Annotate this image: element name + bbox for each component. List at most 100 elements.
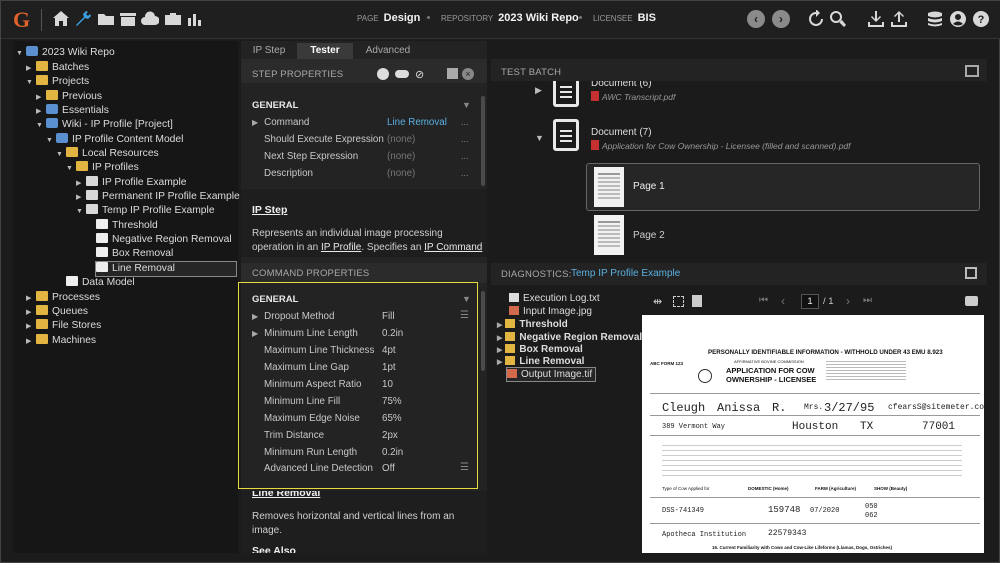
home-icon[interactable] (52, 10, 70, 28)
tree-node-permanent-profile[interactable]: ▶ Permanent IP Profile Example (76, 190, 240, 204)
tree-node-local-resources[interactable]: ▼ Local Resources (56, 147, 159, 161)
tree-node-box-removal[interactable]: Box Removal (86, 247, 173, 261)
fit-page-icon[interactable] (673, 296, 684, 307)
tree-node-ip-profiles[interactable]: ▼ IP Profiles (66, 161, 139, 175)
ip-profile-link[interactable]: IP Profile (321, 242, 361, 253)
open-external-icon[interactable] (965, 267, 977, 279)
trim-distance-value[interactable]: 2px (382, 430, 398, 441)
more-button[interactable]: ... (461, 117, 469, 127)
advanced-line-detection-value[interactable]: Off (382, 463, 395, 474)
last-page-icon[interactable]: ⏭ (863, 295, 872, 306)
document-7-label[interactable]: Document (7) (591, 127, 652, 138)
tree-node-threshold[interactable]: Threshold (86, 219, 158, 233)
expand-arrow[interactable]: ▶ (535, 85, 542, 96)
tree-node-content-model[interactable]: ▼ IP Profile Content Model (46, 133, 183, 147)
tree-node-data-model[interactable]: Data Model (56, 276, 135, 290)
scrollbar[interactable] (481, 291, 485, 371)
command-property[interactable]: ▶ Command (252, 117, 309, 128)
more-button[interactable]: ... (461, 168, 469, 178)
list-icon[interactable]: ☰ (460, 462, 469, 473)
document-6-label[interactable]: Document (6) (591, 81, 652, 89)
collapse-chevron-icon[interactable]: ▼ (462, 100, 471, 110)
tab-advanced[interactable]: Advanced (355, 43, 421, 59)
tree-node-negative-region[interactable]: Negative Region Removal (86, 233, 232, 247)
copy-icon[interactable] (692, 295, 702, 307)
tree-node-previous[interactable]: ▶ Previous (36, 90, 102, 104)
more-button[interactable]: ... (461, 134, 469, 144)
next-page-icon[interactable]: › (846, 294, 850, 308)
help-icon[interactable]: ? (972, 10, 990, 28)
collapse-chevron-icon[interactable]: ▼ (462, 294, 471, 304)
file-execution-log[interactable]: Execution Log.txt (509, 292, 600, 305)
briefcase-icon[interactable] (164, 10, 182, 28)
forward-button[interactable]: › (772, 10, 790, 28)
tree-node-ip-profile-example[interactable]: ▶ IP Profile Example (76, 176, 187, 190)
file-output-image[interactable]: Output Image.tif (505, 367, 597, 382)
tree-node-essentials[interactable]: ▶ Essentials (36, 104, 109, 118)
dropout-method-property[interactable]: ▶ Dropout Method (252, 311, 334, 322)
tree-node-temp-profile[interactable]: ▼ Temp IP Profile Example (76, 204, 215, 218)
folder-line-removal[interactable]: ▶ Line Removal (497, 355, 584, 368)
general-section-heading: GENERAL (252, 100, 299, 111)
tree-node-root[interactable]: ▼ 2023 Wiki Repo (16, 46, 115, 60)
command-value[interactable]: Line Removal (387, 117, 447, 128)
search-icon[interactable] (829, 10, 847, 28)
tab-ip-step[interactable]: IP Step (243, 43, 295, 59)
diagnostics-profile-link[interactable]: Temp IP Profile Example (571, 268, 680, 279)
tree-node-line-removal[interactable]: Line Removal (95, 261, 237, 277)
max-line-thickness-value[interactable]: 4pt (382, 345, 396, 356)
page-number-input[interactable]: 1 (801, 294, 819, 309)
tree-node-batches[interactable]: ▶ Batches (26, 61, 89, 75)
line-removal-help-title[interactable]: Line Removal (252, 491, 320, 499)
min-run-length-value[interactable]: 0.2in (382, 447, 403, 458)
min-aspect-ratio-value[interactable]: 10 (382, 379, 393, 390)
collapse-arrow[interactable]: ▼ (535, 133, 544, 143)
min-line-fill-value[interactable]: 75% (382, 396, 402, 407)
layout-icon[interactable] (965, 65, 979, 77)
tree-node-queues[interactable]: ▶ Queues (26, 305, 88, 319)
user-icon[interactable] (949, 10, 967, 28)
folder-icon[interactable] (97, 10, 115, 28)
folder-threshold[interactable]: ▶ Threshold (497, 318, 568, 331)
clear-filter-icon[interactable]: ⊘ (415, 68, 424, 81)
download-icon[interactable] (867, 10, 885, 28)
fit-width-icon[interactable]: ⇹ (653, 295, 662, 308)
chart-icon[interactable] (186, 10, 204, 28)
more-button[interactable]: ... (461, 151, 469, 161)
upload-icon[interactable] (890, 10, 908, 28)
media-icon[interactable] (119, 10, 137, 28)
tree-node-machines[interactable]: ▶ Machines (26, 334, 96, 348)
close-icon[interactable]: × (462, 68, 474, 80)
save-icon[interactable] (447, 68, 458, 79)
tree-node-projects[interactable]: ▼ Projects (26, 75, 89, 89)
tree-node-processes[interactable]: ▶ Processes (26, 291, 100, 305)
previous-page-icon[interactable]: ‹ (781, 294, 785, 308)
description-value[interactable]: (none) (387, 168, 415, 179)
file-input-image[interactable]: Input Image.jpg (509, 305, 592, 318)
ip-command-link[interactable]: IP Command (424, 242, 482, 253)
tab-tester[interactable]: Tester (297, 43, 353, 59)
toggle-icon[interactable] (395, 70, 409, 78)
play-icon[interactable] (377, 68, 389, 80)
cloud-upload-icon[interactable] (141, 10, 160, 28)
dropout-method-value[interactable]: Fill (382, 311, 395, 322)
page-2-label[interactable]: Page 2 (633, 230, 665, 241)
app-logo[interactable]: G (13, 7, 33, 33)
back-button[interactable]: ‹ (747, 10, 765, 28)
list-icon[interactable]: ☰ (460, 310, 469, 321)
ip-step-help-title[interactable]: IP Step (252, 204, 287, 216)
execute-expression-value[interactable]: (none) (387, 134, 415, 145)
scrollbar[interactable] (481, 96, 485, 186)
database-icon[interactable] (926, 10, 944, 28)
min-line-length-value[interactable]: 0.2in (382, 328, 403, 339)
tree-node-wiki-project[interactable]: ▼ Wiki - IP Profile [Project] (36, 118, 173, 132)
tree-node-file-stores[interactable]: ▶ File Stores (26, 319, 101, 333)
min-line-length-property[interactable]: ▶ Minimum Line Length (252, 328, 358, 339)
max-edge-noise-value[interactable]: 65% (382, 413, 402, 424)
max-line-gap-value[interactable]: 1pt (382, 362, 396, 373)
next-step-expression-value[interactable]: (none) (387, 151, 415, 162)
tools-icon[interactable] (74, 10, 92, 28)
print-icon[interactable] (965, 296, 978, 306)
first-page-icon[interactable]: ⏮ (759, 295, 768, 306)
refresh-icon[interactable] (807, 9, 825, 28)
